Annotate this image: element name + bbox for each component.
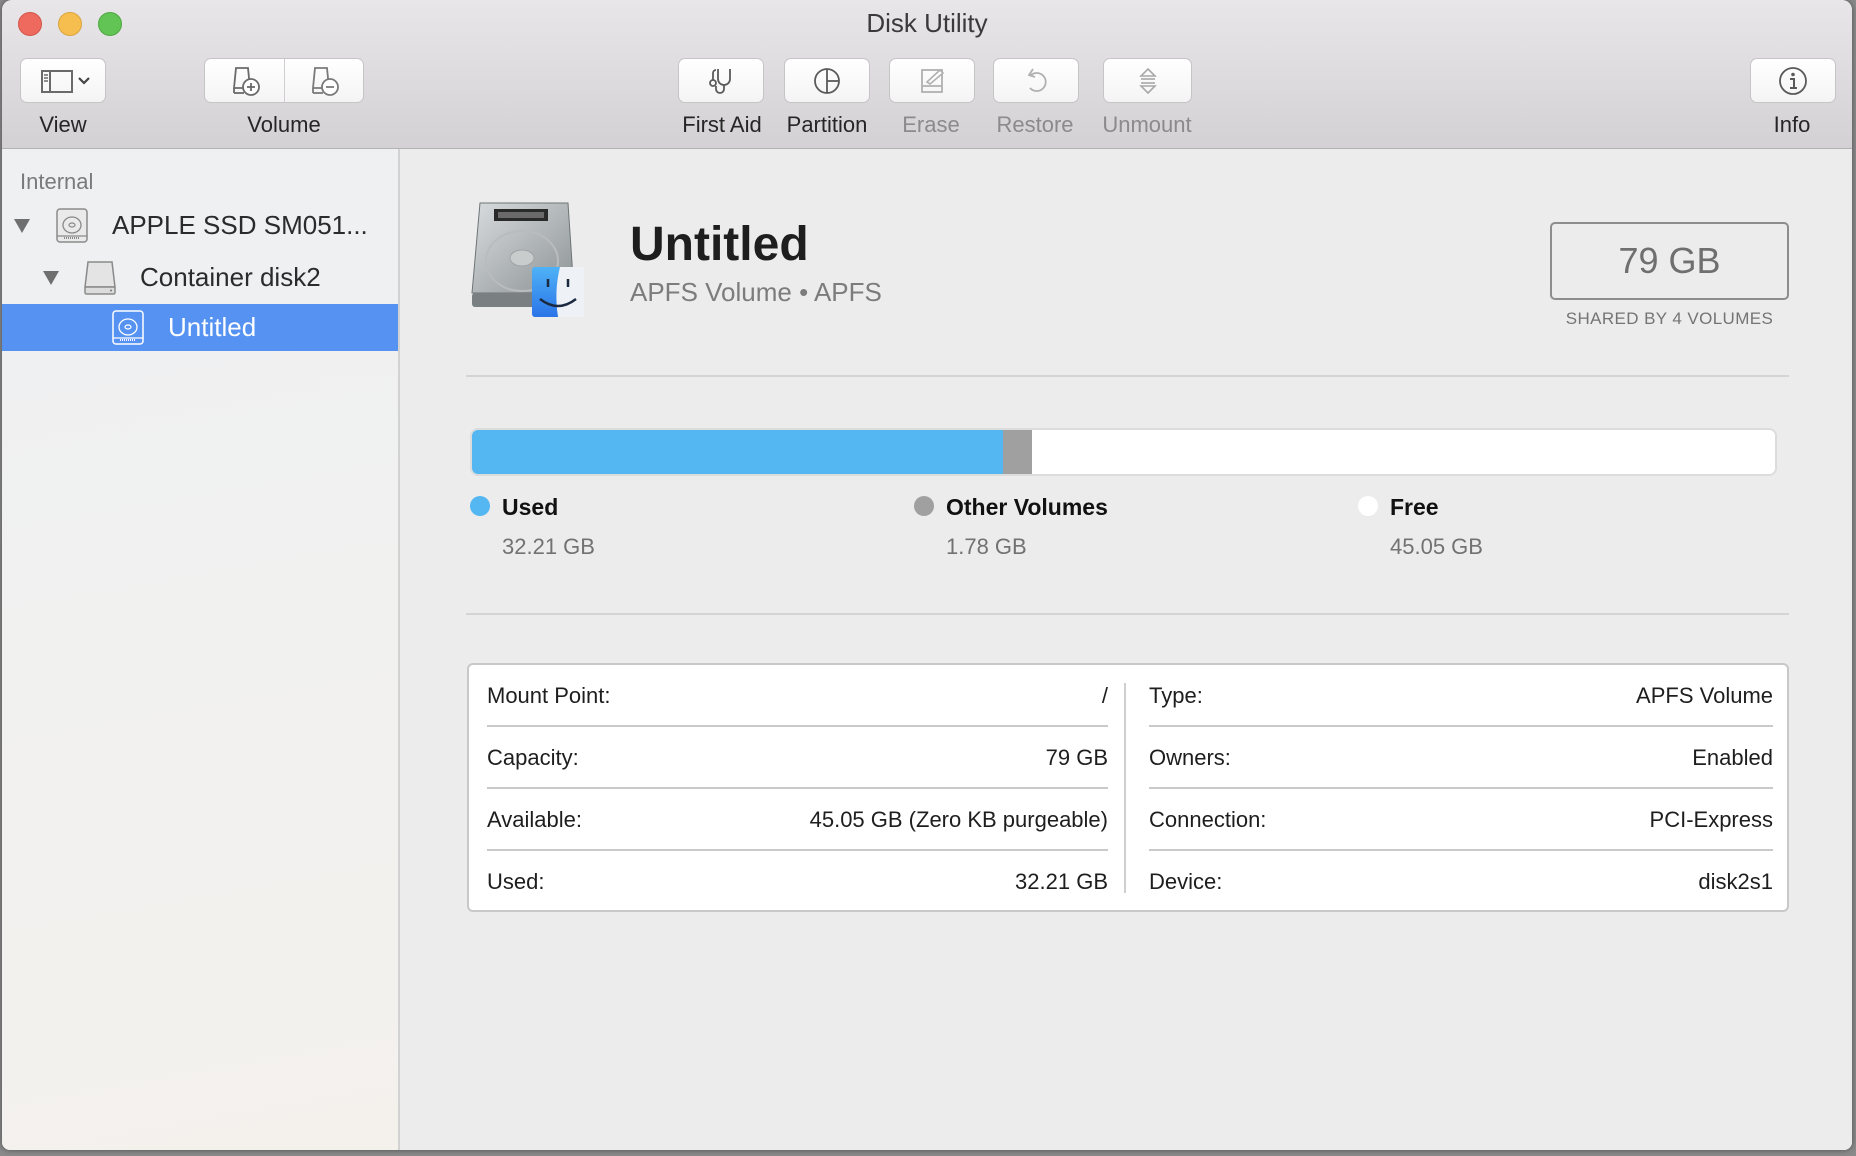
legend-label: Used [502,494,559,520]
legend-label: Free [1390,494,1439,520]
container-disk-icon [84,261,116,295]
disk-utility-window: Disk Utility View Volume First Aid Parti… [2,0,1852,1150]
info-key: Type: [1149,683,1203,708]
info-key: Available: [487,807,582,832]
info-row: Device: disk2s1 [1149,851,1773,913]
usage-segment-other-volumes [1003,430,1033,474]
other-volumes-color-dot [914,496,934,516]
volume-disk-icon [112,310,144,345]
restore-button[interactable] [993,58,1079,103]
info-key: Capacity: [487,745,579,770]
info-value: PCI-Express [1649,807,1773,832]
unmount-label: Unmount [1102,112,1192,137]
internal-disk-icon [56,208,88,243]
sidebar-item-label: Container disk2 [140,262,321,292]
eject-icon [1138,67,1157,94]
restore-icon [1027,68,1047,92]
capacity-box: 79 GB [1550,222,1789,300]
info-row: Available: 45.05 GB (Zero KB purgeable) [487,789,1108,851]
hard-drive-finder-icon [471,202,584,317]
sidebar-item-container-disk2[interactable]: Container disk2 [2,254,398,301]
partition-label: Partition [786,112,868,137]
erase-icon [921,68,945,93]
info-row: Mount Point: / [487,665,1108,727]
info-key: Mount Point: [487,683,611,708]
first-aid-button[interactable] [678,58,764,103]
info-column-right: Type: APFS Volume Owners: Enabled Connec… [1149,665,1773,910]
info-key: Used: [487,869,545,894]
usage-bar [470,428,1777,476]
volume-name: Untitled [630,218,809,271]
add-volume-icon [232,66,260,96]
erase-button[interactable] [889,58,975,103]
info-value: APFS Volume [1636,683,1773,708]
info-value: 45.05 GB (Zero KB purgeable) [809,807,1108,832]
erase-label: Erase [902,112,960,137]
view-button[interactable] [20,58,106,103]
separator [466,613,1789,615]
sidebar-item-apple-ssd[interactable]: APPLE SSD SM051... [2,202,398,249]
info-row: Used: 32.21 GB [487,851,1108,913]
partition-button[interactable] [784,58,870,103]
free-color-dot [1358,496,1378,516]
info-key: Connection: [1149,807,1267,832]
remove-volume-icon [311,66,339,96]
volume-label: Volume [247,112,321,137]
sidebar-item-label: Untitled [168,312,257,342]
volume-info-table: Mount Point: / Capacity: 79 GB Available… [467,663,1789,912]
info-value: 79 GB [1045,745,1108,770]
volume-subtitle: APFS Volume • APFS [630,277,882,307]
volume-segmented-control [204,58,364,103]
sidebar-toggle-icon [41,69,90,93]
usage-segment-used [472,430,1003,474]
sidebar: Internal APPLE SSD SM051... Container di… [2,149,400,1150]
capacity-shared-note: SHARED BY 4 VOLUMES [1565,309,1774,328]
info-row: Owners: Enabled [1149,727,1773,789]
restore-label: Restore [996,112,1074,137]
info-row: Connection: PCI-Express [1149,789,1773,851]
sidebar-item-untitled[interactable]: Untitled [2,304,398,351]
volume-detail-pane: Untitled APFS Volume • APFS 79 GB SHARED… [400,149,1852,1150]
info-value: / [1101,683,1108,708]
stethoscope-icon [709,68,731,94]
sidebar-section-internal: Internal [20,169,94,194]
toolbar: Disk Utility View Volume First Aid Parti… [2,0,1852,149]
legend-value: 1.78 GB [946,534,1027,559]
info-icon [1779,66,1807,95]
disclosure-triangle-icon[interactable] [43,271,59,285]
usage-segment-free [1032,430,1775,474]
info-value: 32.21 GB [1015,869,1108,894]
legend-value: 32.21 GB [502,534,595,559]
info-value: Enabled [1692,745,1773,770]
info-row: Type: APFS Volume [1149,665,1773,727]
unmount-button[interactable] [1103,58,1192,103]
info-label: Info [1773,112,1811,137]
info-button[interactable] [1750,58,1836,103]
disclosure-triangle-icon[interactable] [14,219,30,233]
remove-volume-button[interactable] [284,59,363,102]
info-key: Device: [1149,869,1223,894]
legend-value: 45.05 GB [1390,534,1483,559]
window-title: Disk Utility [866,8,988,38]
view-label: View [39,112,87,137]
segment-divider [284,59,285,102]
legend-label: Other Volumes [946,494,1108,520]
info-value: disk2s1 [1698,869,1773,894]
column-divider [1124,683,1126,893]
first-aid-label: First Aid [682,112,762,137]
info-key: Owners: [1149,745,1231,770]
add-volume-button[interactable] [205,59,284,102]
info-row: Capacity: 79 GB [487,727,1108,789]
info-column-left: Mount Point: / Capacity: 79 GB Available… [487,665,1108,910]
sidebar-item-label: APPLE SSD SM051... [112,210,368,240]
used-color-dot [470,496,490,516]
separator [466,375,1789,377]
pie-partition-icon [814,67,840,94]
